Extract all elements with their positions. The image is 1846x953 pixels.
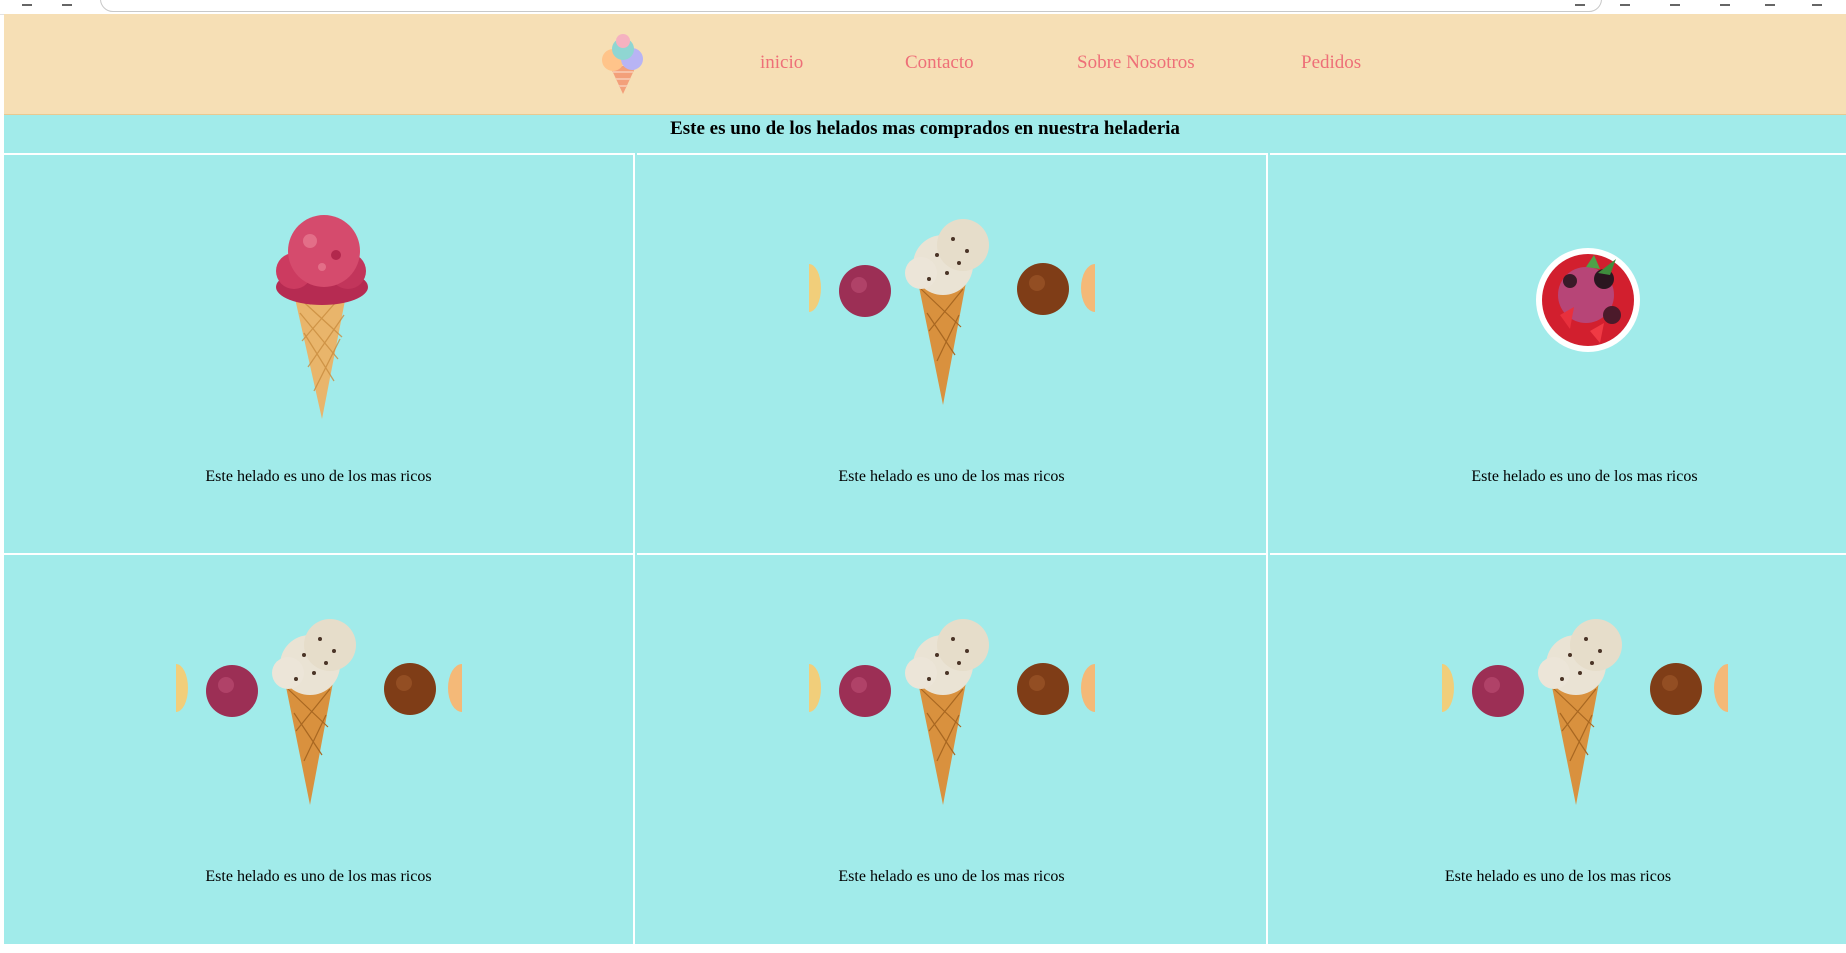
product-caption: Este helado es uno de los mas ricos	[1444, 868, 1672, 885]
extension-icon[interactable]	[1620, 0, 1630, 6]
bookmark-star-icon[interactable]	[1575, 0, 1585, 6]
cookie-cone-with-scoops-icon	[789, 219, 1115, 405]
product-card: Este helado es uno de los mas ricos	[637, 553, 1268, 953]
download-icon[interactable]	[1670, 0, 1680, 6]
nav-link-inicio[interactable]: inicio	[760, 52, 803, 74]
reload-icon[interactable]	[62, 0, 72, 6]
product-caption: Este helado es uno de los mas ricos	[205, 868, 432, 885]
product-caption: Este helado es uno de los mas ricos	[838, 468, 1065, 485]
profile-icon[interactable]	[1812, 0, 1822, 6]
address-bar[interactable]	[100, 0, 1602, 12]
nav-link-sobre-nosotros[interactable]: Sobre Nosotros	[1077, 52, 1195, 74]
berry-sorbet-bowl-icon	[1536, 248, 1640, 352]
product-card: Este helado es uno de los mas ricos	[4, 153, 635, 553]
product-grid: Este helado es uno de los mas ricos Este…	[4, 153, 1846, 953]
cookie-cone-with-scoops-icon	[1422, 619, 1748, 805]
ice-cream-logo-icon[interactable]	[595, 32, 651, 96]
sidebar-icon[interactable]	[1720, 0, 1730, 6]
cookie-cone-with-scoops-icon	[789, 619, 1115, 805]
page-title: Este es uno de los helados mas comprados…	[670, 118, 1180, 139]
page: inicio Contacto Sobre Nosotros Pedidos E…	[4, 14, 1846, 953]
product-caption: Este helado es uno de los mas ricos	[1471, 468, 1698, 485]
cookie-cone-with-scoops-icon	[156, 619, 482, 805]
nav-link-contacto[interactable]: Contacto	[905, 52, 974, 74]
browser-toolbar	[0, 0, 1846, 15]
product-card: Este helado es uno de los mas ricos	[1270, 553, 1846, 953]
product-card: Este helado es uno de los mas ricos	[4, 553, 635, 953]
product-caption: Este helado es uno de los mas ricos	[838, 868, 1065, 885]
product-card: Este helado es uno de los mas ricos	[637, 153, 1268, 553]
strawberry-cone-icon	[276, 215, 368, 419]
window-icon[interactable]	[1765, 0, 1775, 6]
site-header: inicio Contacto Sobre Nosotros Pedidos	[4, 14, 1846, 115]
product-card: Este helado es uno de los mas ricos	[1270, 153, 1846, 553]
product-caption: Este helado es uno de los mas ricos	[205, 468, 432, 485]
back-icon[interactable]	[22, 0, 32, 6]
nav-link-pedidos[interactable]: Pedidos	[1301, 52, 1361, 74]
